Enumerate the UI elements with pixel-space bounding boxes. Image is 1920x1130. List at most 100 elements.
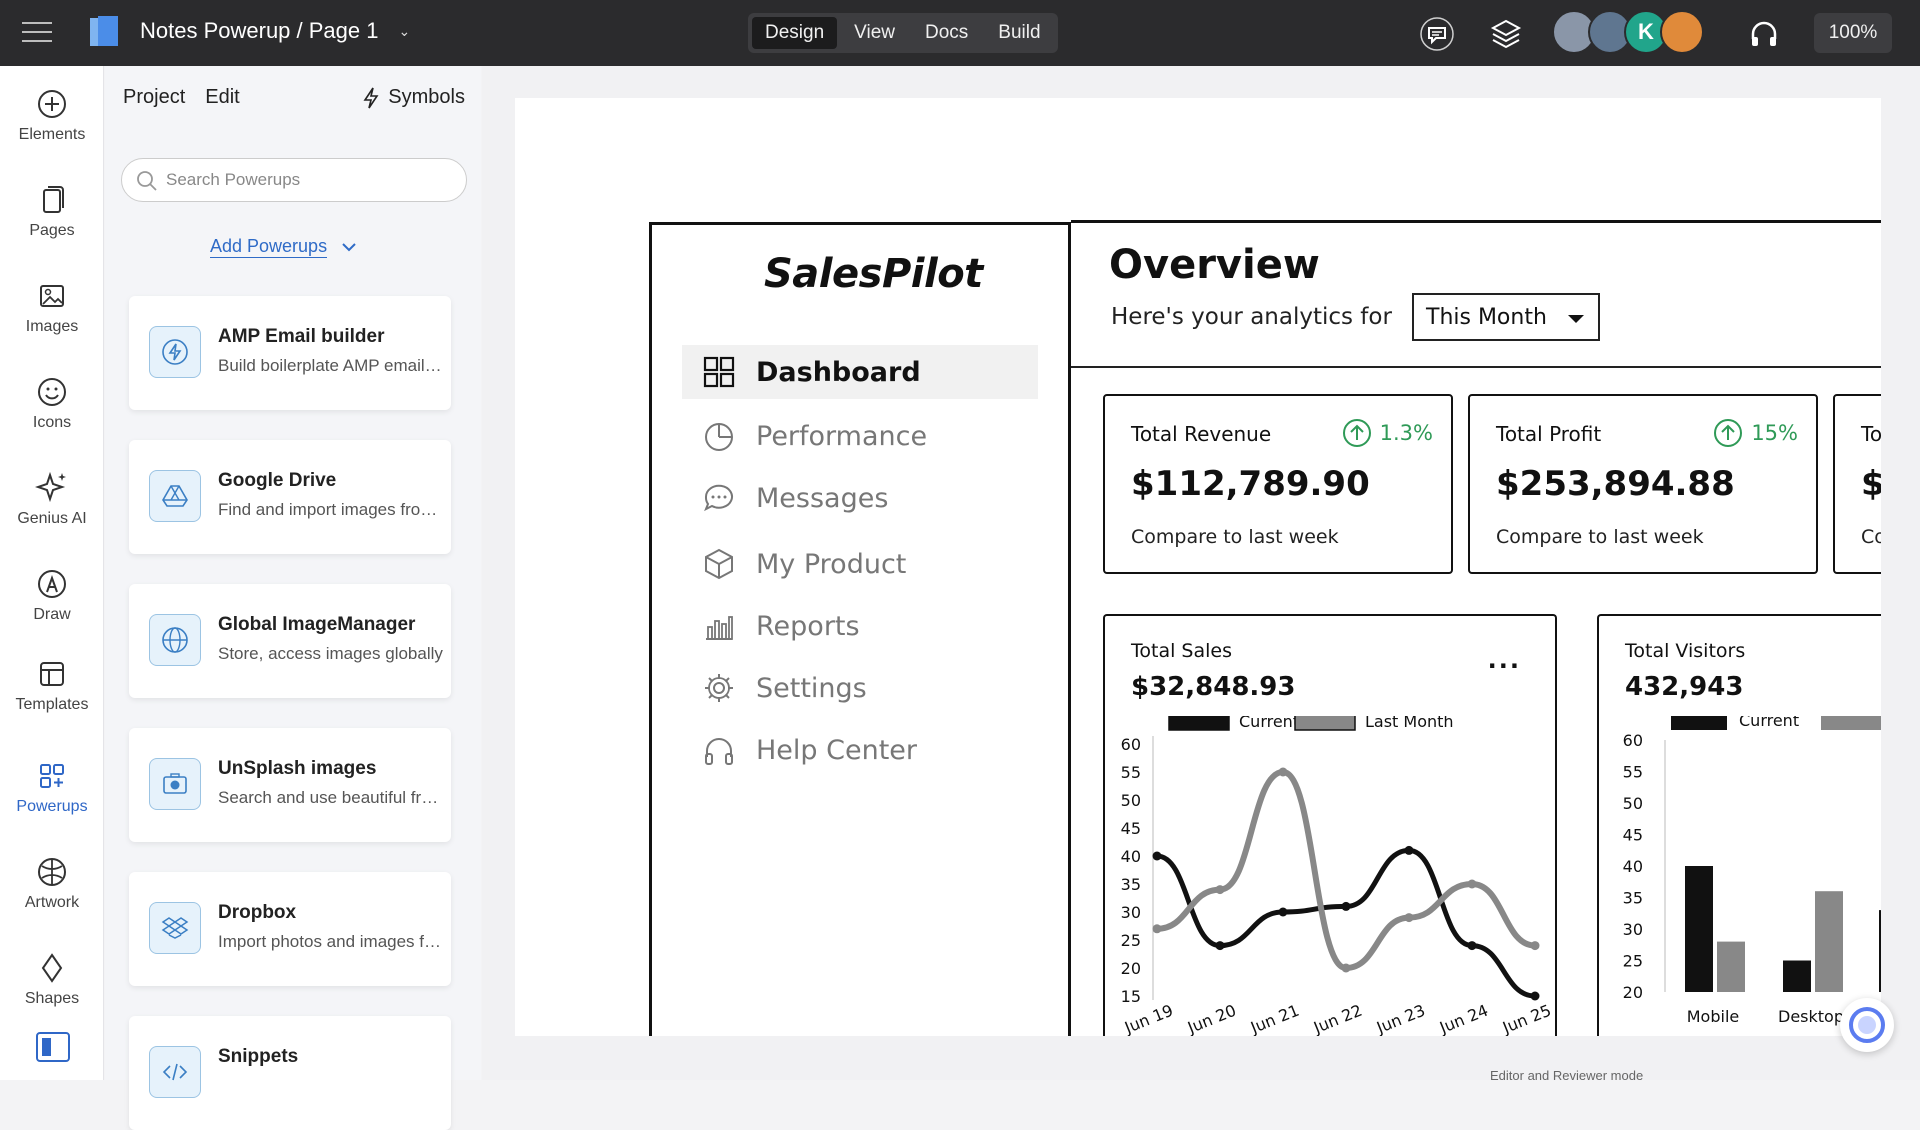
x-tick-label: Jun 25	[1499, 1001, 1554, 1036]
rail-icons[interactable]: Icons	[0, 376, 104, 432]
x-tick-label: Jun 20	[1184, 1001, 1239, 1036]
period-select[interactable]: This Month	[1412, 293, 1600, 341]
data-point	[1152, 851, 1162, 861]
legend-swatch	[1821, 716, 1881, 730]
panel-toggle-icon[interactable]	[36, 1032, 70, 1062]
y-tick-label: 50	[1623, 794, 1643, 813]
project-title[interactable]: Notes Powerup / Page 1 ⌄	[140, 18, 410, 44]
bar-chart-icon	[706, 616, 733, 640]
symbols-label: Symbols	[388, 86, 465, 108]
stat-card-profit[interactable]: Total Profit 15% $253,894.88 Compare to …	[1468, 394, 1818, 574]
stat-card-revenue[interactable]: Total Revenue 1.3% $112,789.90 Compare t…	[1103, 394, 1453, 574]
bar	[1783, 960, 1811, 992]
visitors-chart-card[interactable]: Total Visitors 432,943 60 55 50 45 40 35 30 25 2…	[1597, 614, 1881, 1036]
legend-label: Current	[1239, 716, 1299, 731]
rail-templates[interactable]: Templates	[0, 658, 104, 714]
powerup-card-global-imagemanager[interactable]: Global ImageManager Store, access images…	[129, 584, 451, 698]
powerup-card-dropbox[interactable]: Dropbox Import photos and images from Dr…	[129, 872, 451, 986]
mode-docs[interactable]: Docs	[912, 17, 981, 49]
wireframe-sidebar[interactable]: SalesPilot Dashboard Performance Message…	[649, 222, 1071, 1036]
collaborator-avatars: K	[1552, 10, 1704, 54]
tab-edit[interactable]: Edit	[205, 86, 239, 109]
data-point	[1467, 879, 1477, 889]
pages-icon	[43, 186, 64, 213]
x-tick-label: Jun 24	[1436, 1001, 1491, 1036]
rail-elements[interactable]: Elements	[0, 88, 104, 144]
legend-swatch	[1294, 716, 1356, 731]
rail-shapes[interactable]: Shapes	[0, 952, 104, 1008]
powerup-card-amp-email[interactable]: AMP Email builder Build boilerplate AMP …	[129, 296, 451, 410]
rail-genius-ai[interactable]: Genius AI	[0, 470, 104, 528]
rail-label: Templates	[15, 696, 89, 713]
y-tick-label: 30	[1623, 920, 1643, 939]
wf-nav-dashboard[interactable]: Dashboard	[682, 345, 1038, 399]
data-point	[1467, 941, 1477, 951]
wf-nav-reports[interactable]: Reports	[682, 599, 1038, 653]
card-title: AMP Email builder	[218, 326, 385, 347]
rail-images[interactable]: Images	[0, 280, 104, 336]
tab-project[interactable]: Project	[123, 86, 185, 109]
more-options-icon[interactable]: ...	[1488, 646, 1521, 674]
rail-draw[interactable]: Draw	[0, 568, 104, 624]
y-tick-label: 45	[1623, 826, 1643, 845]
add-powerups-button[interactable]: Add Powerups	[210, 236, 357, 258]
stat-compare: Co	[1861, 526, 1881, 548]
stat-card-partial[interactable]: To $ Co	[1833, 394, 1881, 574]
menu-icon[interactable]	[22, 20, 52, 44]
avatar[interactable]	[1660, 10, 1704, 54]
stat-compare: Compare to last week	[1131, 526, 1339, 548]
wf-nav-help-center[interactable]: Help Center	[682, 723, 1038, 777]
visitors-value: 432,943	[1625, 672, 1744, 702]
rail-pages[interactable]: Pages	[0, 184, 104, 240]
mode-footnote: Editor and Reviewer mode	[1490, 1068, 1644, 1083]
wf-nav-messages[interactable]: Messages	[682, 471, 1038, 525]
stat-label: To	[1861, 422, 1881, 446]
powerup-card-unsplash[interactable]: UnSplash images Search and use beautiful…	[129, 728, 451, 842]
comments-button[interactable]	[1415, 12, 1459, 56]
powerups-panel: Project Edit Symbols Search Powerups Add…	[105, 66, 481, 1130]
x-tick-label: Jun 23	[1373, 1001, 1428, 1036]
y-tick-label: 40	[1623, 857, 1643, 876]
card-description: Find and import images from Google Drive	[218, 500, 443, 519]
comment-icon	[1420, 17, 1454, 51]
zoom-level[interactable]: 100%	[1814, 13, 1892, 53]
rail-artwork[interactable]: Artwork	[0, 856, 104, 912]
visitors-bar-chart: 60 55 50 45 40 35 30 25 20 Current Mobile Desktop	[1623, 716, 1881, 1026]
wf-nav-label: Dashboard	[756, 356, 921, 388]
stat-compare: Compare to last week	[1496, 526, 1704, 548]
card-description: Import photos and images from Dropbox	[218, 932, 443, 951]
y-tick-label: 55	[1121, 763, 1141, 782]
rail-label: Pages	[29, 222, 75, 239]
legend-label: Last Month	[1365, 716, 1454, 731]
powerup-card-snippets[interactable]: Snippets	[129, 1016, 451, 1130]
support-button[interactable]	[1742, 12, 1786, 56]
y-tick-label: 20	[1121, 959, 1141, 978]
symbols-button[interactable]: Symbols	[362, 86, 465, 109]
rail-label: Shapes	[24, 990, 80, 1007]
mode-design[interactable]: Design	[752, 17, 838, 49]
layers-button[interactable]	[1484, 12, 1528, 56]
wf-nav-label: My Product	[756, 548, 907, 580]
series-line-1	[1154, 768, 1538, 972]
y-tick-label: 45	[1121, 819, 1141, 838]
artboard[interactable]: SalesPilot Dashboard Performance Message…	[515, 98, 1881, 1036]
rail-powerups[interactable]: Powerups	[0, 760, 104, 816]
search-input[interactable]: Search Powerups	[121, 158, 467, 202]
top-bar: Notes Powerup / Page 1 ⌄ Design View Doc…	[0, 0, 1920, 66]
rail-label: Images	[25, 318, 79, 335]
mode-view[interactable]: View	[841, 17, 908, 49]
mode-build[interactable]: Build	[985, 17, 1053, 49]
wf-nav-my-product[interactable]: My Product	[682, 537, 1038, 591]
rail-label: Draw	[33, 606, 71, 623]
gear-icon	[705, 674, 733, 702]
wf-nav-settings[interactable]: Settings	[682, 661, 1038, 715]
data-point	[1278, 907, 1288, 917]
data-point	[1341, 963, 1351, 973]
powerup-card-google-drive[interactable]: Google Drive Find and import images from…	[129, 440, 451, 554]
data-point	[1278, 767, 1288, 777]
sales-chart-card[interactable]: Total Sales $32,848.93 ... 60 55 50 45 40 35 3…	[1103, 614, 1557, 1036]
box-icon	[705, 548, 733, 580]
panel-tabs: Project Edit	[123, 86, 240, 109]
wf-nav-performance[interactable]: Performance	[682, 409, 1038, 463]
assistant-button[interactable]	[1840, 998, 1894, 1052]
